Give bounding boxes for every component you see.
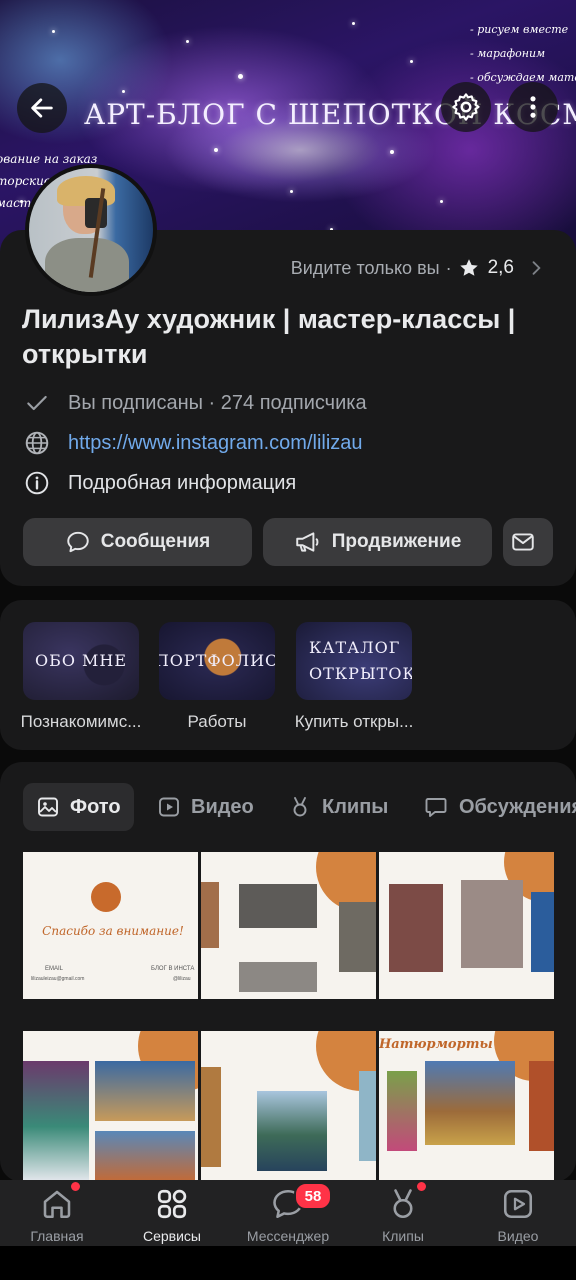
cover-right-text: - рисуем вместе - марафоним - обсуждаем …: [470, 23, 576, 84]
info-icon: [25, 471, 49, 495]
photo-icon: [38, 797, 58, 817]
cover-title: АРТ-БЛОГ С ШЕПОТКОЙ КОСМОСА: [84, 98, 576, 131]
video-play-icon: [159, 797, 179, 817]
services-grid-icon: [157, 1189, 187, 1219]
checkmark-icon: [27, 395, 47, 411]
profile-name: ЛилизАу художник | мастер-классы | откры…: [22, 304, 516, 369]
messenger-badge: 58: [294, 1182, 332, 1210]
back-button[interactable]: [17, 83, 67, 133]
avatar[interactable]: [25, 164, 157, 296]
home-icon: [43, 1190, 71, 1219]
highlight-about[interactable]: ОБО МНЕ: [23, 622, 139, 700]
nav-clips[interactable]: Клипы: [348, 1182, 458, 1244]
chevron-right-icon: [532, 261, 541, 275]
photo-tile[interactable]: [23, 1031, 198, 1180]
system-navigation-bar: [0, 1246, 576, 1280]
messages-button[interactable]: Сообщения: [23, 518, 252, 566]
photo-tile[interactable]: [201, 1031, 376, 1180]
star-icon: [459, 259, 478, 276]
more-vertical-icon: [530, 96, 536, 118]
tab-discussions[interactable]: Обсуждения: [423, 783, 576, 831]
details-row[interactable]: Подробная информация: [22, 468, 296, 498]
photo-tile[interactable]: Натюрморты: [379, 1031, 554, 1180]
globe-icon: [25, 431, 49, 455]
gear-icon: [452, 93, 480, 121]
arrow-left-icon: [31, 98, 53, 118]
tab-photo[interactable]: Фото: [23, 783, 134, 831]
email-button[interactable]: [503, 518, 553, 566]
clips-icon: [293, 797, 307, 817]
visibility-rating-row[interactable]: Видите только вы · 2,6: [291, 257, 546, 279]
message-bubble-icon: [67, 531, 89, 553]
highlight-catalog[interactable]: КАТАЛОГ ОТКРЫТОК: [296, 622, 412, 700]
highlight-about-label: Познакомимс...: [20, 712, 142, 731]
discussion-icon: [425, 798, 447, 817]
home-notification-dot: [69, 1180, 82, 1193]
rating-value: 2,6: [487, 257, 514, 278]
photo-tile[interactable]: [379, 852, 554, 999]
nav-services[interactable]: Сервисы: [117, 1182, 227, 1244]
settings-button[interactable]: [441, 82, 491, 132]
nav-video[interactable]: Видео: [463, 1182, 573, 1244]
subscription-row[interactable]: Вы подписаны · 274 подписчика: [22, 388, 367, 418]
promotion-button[interactable]: Продвижение: [263, 518, 492, 566]
megaphone-icon: [295, 532, 319, 552]
video-icon: [503, 1189, 533, 1219]
photo-tile[interactable]: [201, 852, 376, 999]
envelope-icon: [512, 533, 534, 551]
photo-tile[interactable]: Спасибо за внимание! EMAIL lilizauleizau…: [23, 852, 198, 999]
clips-icon: [393, 1189, 413, 1219]
highlight-portfolio[interactable]: ПОРТФОЛИО: [159, 622, 275, 700]
subscriber-count: 274 подписчика: [220, 391, 367, 414]
subscribed-status: Вы подписаны: [68, 391, 203, 414]
clips-notification-dot: [415, 1180, 428, 1193]
profile-link[interactable]: https://www.instagram.com/lilizau: [68, 432, 363, 455]
nav-home[interactable]: Главная: [2, 1182, 112, 1244]
tab-video[interactable]: Видео: [157, 783, 254, 831]
details-label: Подробная информация: [68, 471, 297, 494]
highlight-portfolio-label: Работы: [187, 712, 247, 731]
link-row[interactable]: https://www.instagram.com/lilizau: [22, 428, 363, 458]
highlight-catalog-label: Купить откры...: [294, 712, 414, 731]
visibility-note: Видите только вы: [290, 257, 440, 278]
tab-clips[interactable]: Клипы: [288, 783, 388, 831]
more-options-button[interactable]: [508, 82, 558, 132]
